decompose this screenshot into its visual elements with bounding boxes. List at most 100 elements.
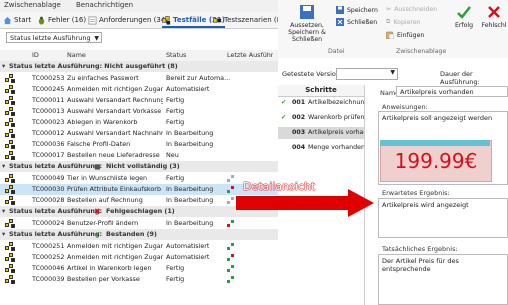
group-header-label: Status letzte Ausführung: Nicht ausgefüh… — [9, 62, 178, 70]
instructions-label: Anweisungen: — [382, 103, 428, 111]
cell-id: TC000030 — [32, 185, 65, 193]
last-run-indicator — [227, 220, 239, 228]
group-header-status: Bestanden (9) — [106, 230, 157, 238]
collapse-icon[interactable]: ▾ — [2, 229, 5, 240]
expected-result-field[interactable]: Artikelpreis wird angezeigt — [378, 198, 508, 238]
home-icon — [3, 16, 12, 24]
group-by-dropdown[interactable]: Status letzte Ausführung ▼ — [6, 32, 102, 43]
last-run-indicator — [227, 175, 239, 183]
cell-status: Automatisiert — [166, 253, 210, 261]
table-row[interactable]: TC000011 Auswahl Versandart Rechnung Ferti… — [0, 95, 278, 106]
table-row[interactable]: TC000253 Zu einfaches Passwort Bereit zur … — [0, 73, 278, 84]
step-item[interactable]: 003Artikelpreis vorhanden — [278, 127, 364, 139]
table-row[interactable]: TC000017 Bestellen neue Lieferadresse Neu — [0, 150, 278, 161]
step-label: Menge vorhanden — [308, 144, 364, 151]
copy-button[interactable]: ⧉ Kopieren — [386, 18, 421, 26]
tab-start[interactable]: Start — [3, 14, 31, 26]
name-field[interactable]: Artikelpreis vorhanden — [396, 86, 508, 97]
success-button[interactable]: Erfolg — [452, 4, 476, 29]
step-label: Warenkorb prüfen — [308, 114, 364, 121]
cell-id: TC000028 — [32, 196, 65, 204]
testscenario-icon — [213, 17, 222, 23]
table-row[interactable]: TC000252Anmelden mit richtigen Zugangs..… — [0, 252, 278, 263]
price-image-header — [380, 140, 490, 146]
testcase-icon — [5, 140, 16, 149]
testcase-icon — [5, 196, 16, 205]
table-row[interactable]: TC000012 Auswahl Versandart Nachnahme In B… — [0, 128, 278, 139]
table-row[interactable]: TC000013 Auswahl Versandart Vorkasse Ferti… — [0, 106, 278, 117]
passed-icon: ✔ — [94, 230, 101, 239]
close-button[interactable]: Schließen — [336, 18, 377, 26]
menu-benachrichtigen[interactable]: Benachrichtigen — [76, 1, 133, 9]
table-row[interactable]: TC000245Anmelden mit richtigen Zugangs..… — [0, 84, 278, 95]
group-header[interactable]: ▾ Status letzte Ausführung: ◼ Nicht vollstä… — [0, 161, 278, 172]
column-header-id[interactable]: ID — [32, 50, 39, 61]
column-header-last-run[interactable]: Letzte Ausführ — [227, 50, 273, 61]
menu-zwischenablage[interactable]: Zwischenablage — [4, 1, 61, 9]
cell-name: Benutzer-Profil ändern — [67, 219, 139, 227]
cell-status: Fertig — [166, 107, 185, 115]
table-row[interactable]: TC000046 Artikel in Warenkorb legen Fertig — [0, 263, 278, 274]
group-header[interactable]: ▾ Status letzte Ausführung: ✔ Bestanden (9) — [0, 229, 278, 240]
cell-id: TC000039 — [32, 275, 65, 283]
duration-label: Dauer der Ausführung: — [440, 70, 480, 86]
actual-result-field[interactable]: Der Artikel Preis für des entsprechende — [378, 254, 508, 305]
cell-name: Artikel in Warenkorb legen — [67, 264, 152, 272]
tested-version-dropdown[interactable]: ▼ — [336, 68, 398, 80]
step-label: Artikelpreis vorhanden — [308, 129, 364, 136]
table-row[interactable]: TC000023 Ablegen in Warenkorb Fertig — [0, 117, 278, 128]
group-label-clipboard: Zwischenablage — [396, 48, 447, 55]
tab-anforderungen[interactable]: Anforderungen (34) — [88, 14, 168, 26]
last-run-indicator — [227, 243, 239, 251]
save-button[interactable]: Speichern — [336, 6, 378, 14]
table-row[interactable]: TC000251Anmelden mit richtigen Zugangs..… — [0, 241, 278, 252]
last-run-indicator — [227, 265, 239, 273]
testcase-icon — [5, 118, 16, 127]
table-row[interactable]: TC000036 Falsche Profil-Daten In Bearbeitu… — [0, 139, 278, 150]
cell-name: Tier in Wunschliste legen — [67, 174, 148, 182]
actual-result-label: Tatsächliches Ergebnis: — [382, 245, 458, 253]
cell-status: Automatisiert — [166, 85, 210, 93]
step-label: Artikelbezeichnung — [308, 99, 364, 106]
cell-name: Auswahl Versandart Vorkasse — [67, 107, 162, 115]
step-number: 001 — [292, 99, 306, 106]
fail-button[interactable]: Fehlschl — [480, 4, 508, 29]
cell-name: Anmelden mit richtigen Zugangs... — [67, 85, 163, 93]
save-close-button[interactable]: Aussetzen, Speichern & Schließen — [282, 4, 332, 43]
group-by-value: Status letzte Ausführung — [10, 34, 91, 42]
testcase-icon — [5, 174, 16, 183]
table-row[interactable]: TC000039 Bestellen per Vorkasse Fertig — [0, 274, 278, 285]
table-row[interactable]: TC000024 Benutzer-Profil ändern In Bearbei… — [0, 218, 278, 229]
bug-icon — [38, 16, 45, 25]
table-row[interactable]: TC000049 Tier in Wunschliste legen Fertig — [0, 173, 278, 184]
paste-button[interactable]: Einfügen — [386, 31, 424, 39]
close-icon — [336, 18, 344, 26]
cell-name: Ablegen in Warenkorb — [67, 118, 138, 126]
collapse-icon[interactable]: ▾ — [2, 61, 5, 72]
column-header-name[interactable]: Name — [67, 50, 86, 61]
step-item[interactable]: ✔ 002 Warenkorb prüfen — [278, 112, 364, 124]
scissors-icon: ✂ — [386, 6, 392, 13]
tab-fehler[interactable]: Fehler (16) — [37, 14, 86, 26]
cell-status: In Bearbeitung — [166, 219, 214, 227]
last-run-indicator — [227, 276, 239, 284]
cell-id: TC000251 — [32, 242, 65, 250]
ribbon-toolbar: Aussetzen, Speichern & Schließen Speiche… — [278, 0, 508, 59]
testcase-icon — [5, 185, 16, 194]
group-header[interactable]: ▾ Status letzte Ausführung: Nicht ausgefü… — [0, 61, 278, 72]
step-item[interactable]: ✔ 001 Artikelbezeichnung — [278, 97, 364, 109]
column-header-status[interactable]: Status — [166, 50, 186, 61]
tab-testszenarien[interactable]: Testszenarien (8) — [213, 14, 284, 26]
cell-status: Fertig — [166, 264, 185, 272]
step-number: 003 — [292, 129, 306, 136]
cut-button[interactable]: ✂ Ausschneiden — [386, 6, 437, 13]
cell-name: Anmelden mit richtigen Zugangs... — [67, 242, 163, 250]
collapse-icon[interactable]: ▾ — [2, 206, 5, 217]
collapse-icon[interactable]: ▾ — [2, 161, 5, 172]
actual-result-text: Der Artikel Preis für des entsprechende — [382, 257, 459, 273]
tab-anforderungen-label: Anforderungen (34) — [99, 16, 169, 24]
tab-start-label: Start — [14, 16, 32, 24]
cell-status: Fertig — [166, 174, 185, 182]
step-item[interactable]: 004 Menge vorhanden — [278, 142, 364, 154]
cell-name: Bestellen auf Rechnung — [67, 196, 143, 204]
